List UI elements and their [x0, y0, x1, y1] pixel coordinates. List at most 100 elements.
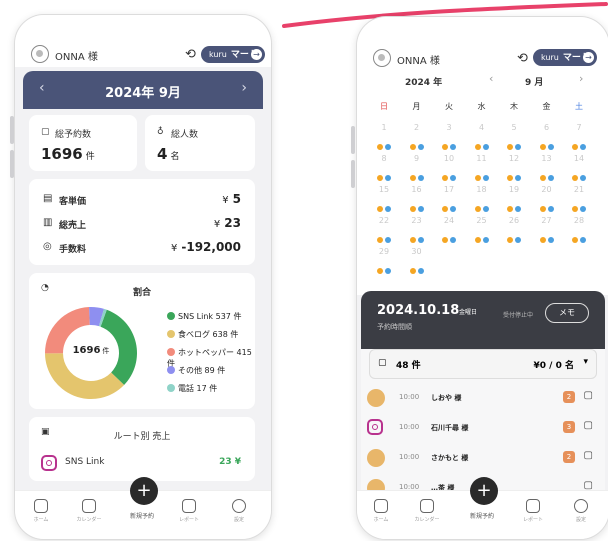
- memo-button[interactable]: メモ: [545, 303, 589, 323]
- legend-value: 638 件: [212, 330, 239, 339]
- booking-dot: [377, 206, 383, 212]
- nav-settings[interactable]: 設定: [561, 499, 601, 523]
- party-size-badge: 2: [563, 451, 575, 463]
- nav-report[interactable]: レポート: [513, 499, 553, 523]
- calendar-icon[interactable]: ▢: [584, 390, 593, 401]
- gear-icon: [574, 499, 588, 513]
- wallet-icon: ▤: [43, 193, 53, 204]
- register-icon: ▥: [43, 217, 53, 228]
- nav-home[interactable]: ホーム: [361, 499, 401, 523]
- nav-settings[interactable]: 設定: [219, 499, 259, 523]
- user-logo-icon[interactable]: [31, 45, 49, 63]
- calendar-day[interactable]: 19: [501, 185, 527, 194]
- report-icon: [182, 499, 196, 513]
- calendar-icon[interactable]: ▢: [584, 420, 593, 431]
- reservation-dots: [534, 135, 560, 150]
- calendar-day[interactable]: 24: [436, 216, 462, 225]
- booking-dot: [539, 206, 546, 212]
- donut-slice: [45, 353, 125, 399]
- reservation-row[interactable]: 10:00 さかもと 様 2 ▢: [367, 449, 599, 471]
- calendar-day[interactable]: 15: [371, 185, 397, 194]
- calendar-day[interactable]: 30: [404, 247, 430, 256]
- next-month-button[interactable]: ›: [241, 80, 247, 96]
- calendar-day[interactable]: 8: [371, 154, 397, 163]
- currency: ¥: [213, 219, 221, 230]
- nav-calendar[interactable]: カレンダー: [407, 499, 447, 523]
- nav-new-label: 新規予約: [470, 513, 495, 520]
- calendar-day[interactable]: 7: [566, 123, 592, 132]
- calendar-day[interactable]: 25: [469, 216, 495, 225]
- reservation-row[interactable]: 10:00 石川千尋 様 3 ▢: [367, 419, 599, 441]
- booking-dot: [482, 144, 489, 150]
- reservation-dots: [371, 166, 397, 181]
- calendar-icon[interactable]: ▢: [584, 450, 593, 461]
- new-reservation-button[interactable]: +: [470, 477, 498, 505]
- booking-dot: [474, 206, 481, 212]
- sort-order-label[interactable]: 予約時間順: [377, 322, 412, 332]
- booking-dot: [417, 268, 424, 274]
- mart-button[interactable]: kuru マート →: [533, 49, 597, 66]
- legend-name: SNS Link: [178, 312, 214, 321]
- metric-number: 5: [232, 192, 241, 206]
- booking-dot: [377, 268, 383, 274]
- history-icon[interactable]: ⟲: [185, 47, 196, 62]
- nav-calendar[interactable]: カレンダー: [69, 499, 109, 523]
- calendar-day[interactable]: 9: [404, 154, 430, 163]
- calendar-day[interactable]: 17: [436, 185, 462, 194]
- history-icon[interactable]: ⟲: [517, 51, 528, 66]
- nav-new-label: 新規予約: [130, 513, 155, 520]
- nav-home[interactable]: ホーム: [21, 499, 61, 523]
- home-icon: [34, 499, 48, 513]
- calendar-day[interactable]: 11: [469, 154, 495, 163]
- prev-month-button[interactable]: ‹: [489, 72, 493, 85]
- phone-side-button: [351, 160, 355, 188]
- report-icon: [526, 499, 540, 513]
- legend-swatch: [167, 348, 175, 356]
- calendar-day[interactable]: 28: [566, 216, 592, 225]
- calendar-day[interactable]: 14: [566, 154, 592, 163]
- nav-label: レポート: [178, 517, 199, 523]
- calendar-day[interactable]: 3: [436, 123, 462, 132]
- user-logo-icon[interactable]: [373, 49, 391, 67]
- calendar-day[interactable]: 10: [436, 154, 462, 163]
- calendar-day[interactable]: 23: [404, 216, 430, 225]
- selected-date: 2024.10.18: [377, 303, 460, 318]
- calendar-day[interactable]: 13: [534, 154, 560, 163]
- booking-dot: [417, 206, 424, 212]
- calendar-day[interactable]: 26: [501, 216, 527, 225]
- booking-dot: [482, 175, 489, 181]
- calendar-day[interactable]: 4: [469, 123, 495, 132]
- calendar-day[interactable]: 2: [404, 123, 430, 132]
- calendar-day[interactable]: 18: [469, 185, 495, 194]
- next-month-button[interactable]: ›: [579, 72, 583, 85]
- legend-name: ホットペッパー: [178, 348, 234, 357]
- reservation-row[interactable]: 10:00 しおや 様 2 ▢: [367, 389, 599, 411]
- nav-report[interactable]: レポート: [169, 499, 209, 523]
- reservation-dots: [404, 228, 430, 243]
- booking-dot: [409, 206, 416, 212]
- mart-button[interactable]: kuru マート →: [201, 46, 265, 63]
- calendar-day[interactable]: 21: [566, 185, 592, 194]
- booking-dot: [507, 144, 513, 150]
- summary-bar[interactable]: ▢ 48 件 ¥0 / 0 名 ▾: [369, 349, 597, 379]
- calendar-day[interactable]: 22: [371, 216, 397, 225]
- calendar-day[interactable]: 16: [404, 185, 430, 194]
- total-people-unit: 名: [170, 152, 180, 162]
- metric-value: ¥ -192,000: [171, 240, 241, 254]
- new-reservation-button[interactable]: +: [130, 477, 158, 505]
- calendar-day[interactable]: 20: [534, 185, 560, 194]
- nav-label: カレンダー: [76, 517, 102, 523]
- calendar-day[interactable]: 5: [501, 123, 527, 132]
- calendar-day[interactable]: 6: [534, 123, 560, 132]
- reservation-dots: [566, 197, 592, 212]
- total-reservations-label: 総予約数: [55, 130, 92, 140]
- legend-swatch: [167, 330, 175, 338]
- booking-dot: [572, 144, 578, 150]
- booking-dot: [515, 175, 521, 181]
- calendar-day[interactable]: 29: [371, 247, 397, 256]
- reservation-dots: [501, 166, 527, 181]
- calendar-day[interactable]: 27: [534, 216, 560, 225]
- calendar-day[interactable]: 12: [501, 154, 527, 163]
- total-people-number: 4: [157, 145, 168, 163]
- calendar-day[interactable]: 1: [371, 123, 397, 132]
